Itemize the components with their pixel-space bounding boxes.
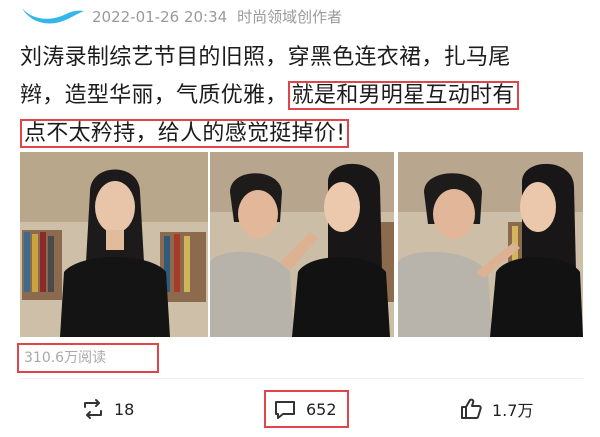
- repost-icon: [80, 396, 106, 422]
- comment-button[interactable]: 652: [264, 390, 349, 428]
- photo-1[interactable]: [20, 152, 208, 337]
- post-date: 2022-01-26 20:34: [92, 8, 228, 26]
- photo-grid: [20, 152, 583, 337]
- body-line-2-text: 辫，造型华丽，气质优雅，: [20, 83, 288, 108]
- like-button[interactable]: 1.7万: [458, 390, 533, 428]
- like-count: 1.7万: [492, 401, 534, 420]
- bird-logo-icon[interactable]: [20, 2, 86, 26]
- photo-2[interactable]: [210, 152, 394, 337]
- action-bar: 18 652 1.7万: [0, 384, 600, 434]
- post-header: 2022-01-26 20:34 时尚领域创作者: [0, 0, 600, 34]
- highlight-box-1: 就是和男明星互动时有: [287, 81, 519, 110]
- photo-3[interactable]: [398, 152, 583, 337]
- comment-count: 652: [306, 399, 337, 419]
- read-count: 310.6万阅读: [17, 343, 159, 373]
- post-meta: 2022-01-26 20:34 时尚领域创作者: [92, 6, 342, 27]
- repost-button[interactable]: 18: [80, 390, 134, 428]
- post-body: 刘涛录制综艺节目的旧照，穿黑色连衣裙，扎马尾 辫，造型华丽，气质优雅， 就是和男明…: [20, 39, 590, 153]
- highlight-box-2: 点不太矜持，给人的感觉挺掉价!: [20, 119, 350, 148]
- body-line-2: 辫，造型华丽，气质优雅， 就是和男明星互动时有: [20, 77, 590, 115]
- divider: [20, 378, 583, 379]
- body-line-1: 刘涛录制综艺节目的旧照，穿黑色连衣裙，扎马尾: [20, 45, 511, 70]
- author-label[interactable]: 时尚领域创作者: [237, 8, 342, 26]
- comment-icon: [272, 396, 298, 422]
- repost-count: 18: [114, 399, 135, 419]
- like-icon: [458, 396, 484, 422]
- body-line-3: 点不太矜持，给人的感觉挺掉价!: [20, 115, 590, 153]
